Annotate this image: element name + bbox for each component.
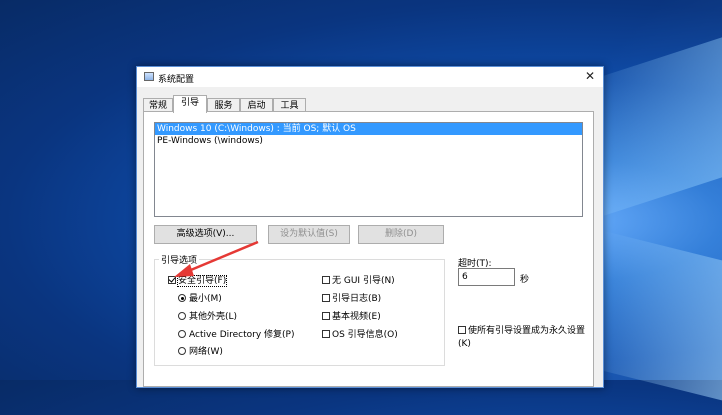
radio-icon: [178, 312, 186, 320]
close-button[interactable]: ✕: [583, 69, 597, 83]
boot-tab-panel: Windows 10 (C:\Windows) : 当前 OS; 默认 OS P…: [143, 111, 594, 387]
checkbox-icon: [322, 312, 330, 320]
radio-icon: [178, 330, 186, 338]
advanced-options-button[interactable]: 高级选项(V)...: [154, 225, 257, 244]
checkbox-icon: [322, 330, 330, 338]
tab-startup[interactable]: 启动: [240, 98, 273, 112]
os-list-item[interactable]: PE-Windows (\windows): [155, 135, 582, 147]
set-default-button[interactable]: 设为默认值(S): [268, 225, 350, 244]
boot-options-label: 引导选项: [159, 253, 200, 266]
delete-button[interactable]: 删除(D): [358, 225, 444, 244]
no-gui-boot-label: 无 GUI 引导(N): [332, 276, 395, 286]
os-list[interactable]: Windows 10 (C:\Windows) : 当前 OS; 默认 OS P…: [154, 122, 583, 217]
base-video-checkbox[interactable]: 基本视频(E): [322, 312, 381, 323]
base-video-label: 基本视频(E): [332, 312, 381, 322]
radio-selected-icon: [178, 294, 186, 302]
checkbox-icon: [458, 326, 466, 334]
tab-services[interactable]: 服务: [207, 98, 240, 112]
checkbox-checked-icon: [168, 276, 176, 284]
tab-general[interactable]: 常规: [143, 98, 173, 112]
radio-minimal-label: 最小(M): [189, 294, 222, 304]
radio-icon: [178, 347, 186, 355]
timeout-input[interactable]: 6: [458, 268, 515, 286]
os-boot-info-checkbox[interactable]: OS 引导信息(O): [322, 330, 398, 341]
radio-alternate-shell[interactable]: 其他外壳(L): [178, 312, 237, 323]
title-bar[interactable]: 系统配置 ✕: [137, 67, 603, 87]
timeout-unit: 秒: [520, 275, 530, 285]
checkbox-icon: [322, 294, 330, 302]
radio-minimal[interactable]: 最小(M): [178, 294, 222, 305]
make-permanent-label: 使所有引导设置成为永久设置(K): [458, 326, 586, 349]
safe-boot-label: 安全引导(F): [176, 275, 228, 287]
radio-network[interactable]: 网络(W): [178, 347, 223, 358]
os-boot-info-label: OS 引导信息(O): [332, 330, 398, 340]
wallpaper-light-beam: [600, 230, 722, 415]
boot-log-label: 引导日志(B): [332, 294, 382, 304]
system-config-dialog: 系统配置 ✕ 常规 引导 服务 启动 工具 Windows 10 (C:\Win…: [136, 66, 604, 388]
tab-tools[interactable]: 工具: [273, 98, 306, 112]
os-list-item[interactable]: Windows 10 (C:\Windows) : 当前 OS; 默认 OS: [155, 123, 582, 135]
boot-log-checkbox[interactable]: 引导日志(B): [322, 294, 381, 305]
radio-ad-repair-label: Active Directory 修复(P): [189, 330, 295, 340]
safe-boot-checkbox[interactable]: 安全引导(F): [168, 275, 228, 287]
tab-boot[interactable]: 引导: [173, 95, 207, 113]
checkbox-icon: [322, 276, 330, 284]
radio-ad-repair[interactable]: Active Directory 修复(P): [178, 330, 295, 341]
no-gui-boot-checkbox[interactable]: 无 GUI 引导(N): [322, 276, 395, 287]
make-permanent-checkbox[interactable]: 使所有引导设置成为永久设置(K): [458, 325, 594, 351]
msconfig-icon: [144, 72, 154, 81]
window-title: 系统配置: [158, 75, 195, 85]
radio-alternate-shell-label: 其他外壳(L): [189, 312, 238, 322]
radio-network-label: 网络(W): [189, 347, 223, 357]
